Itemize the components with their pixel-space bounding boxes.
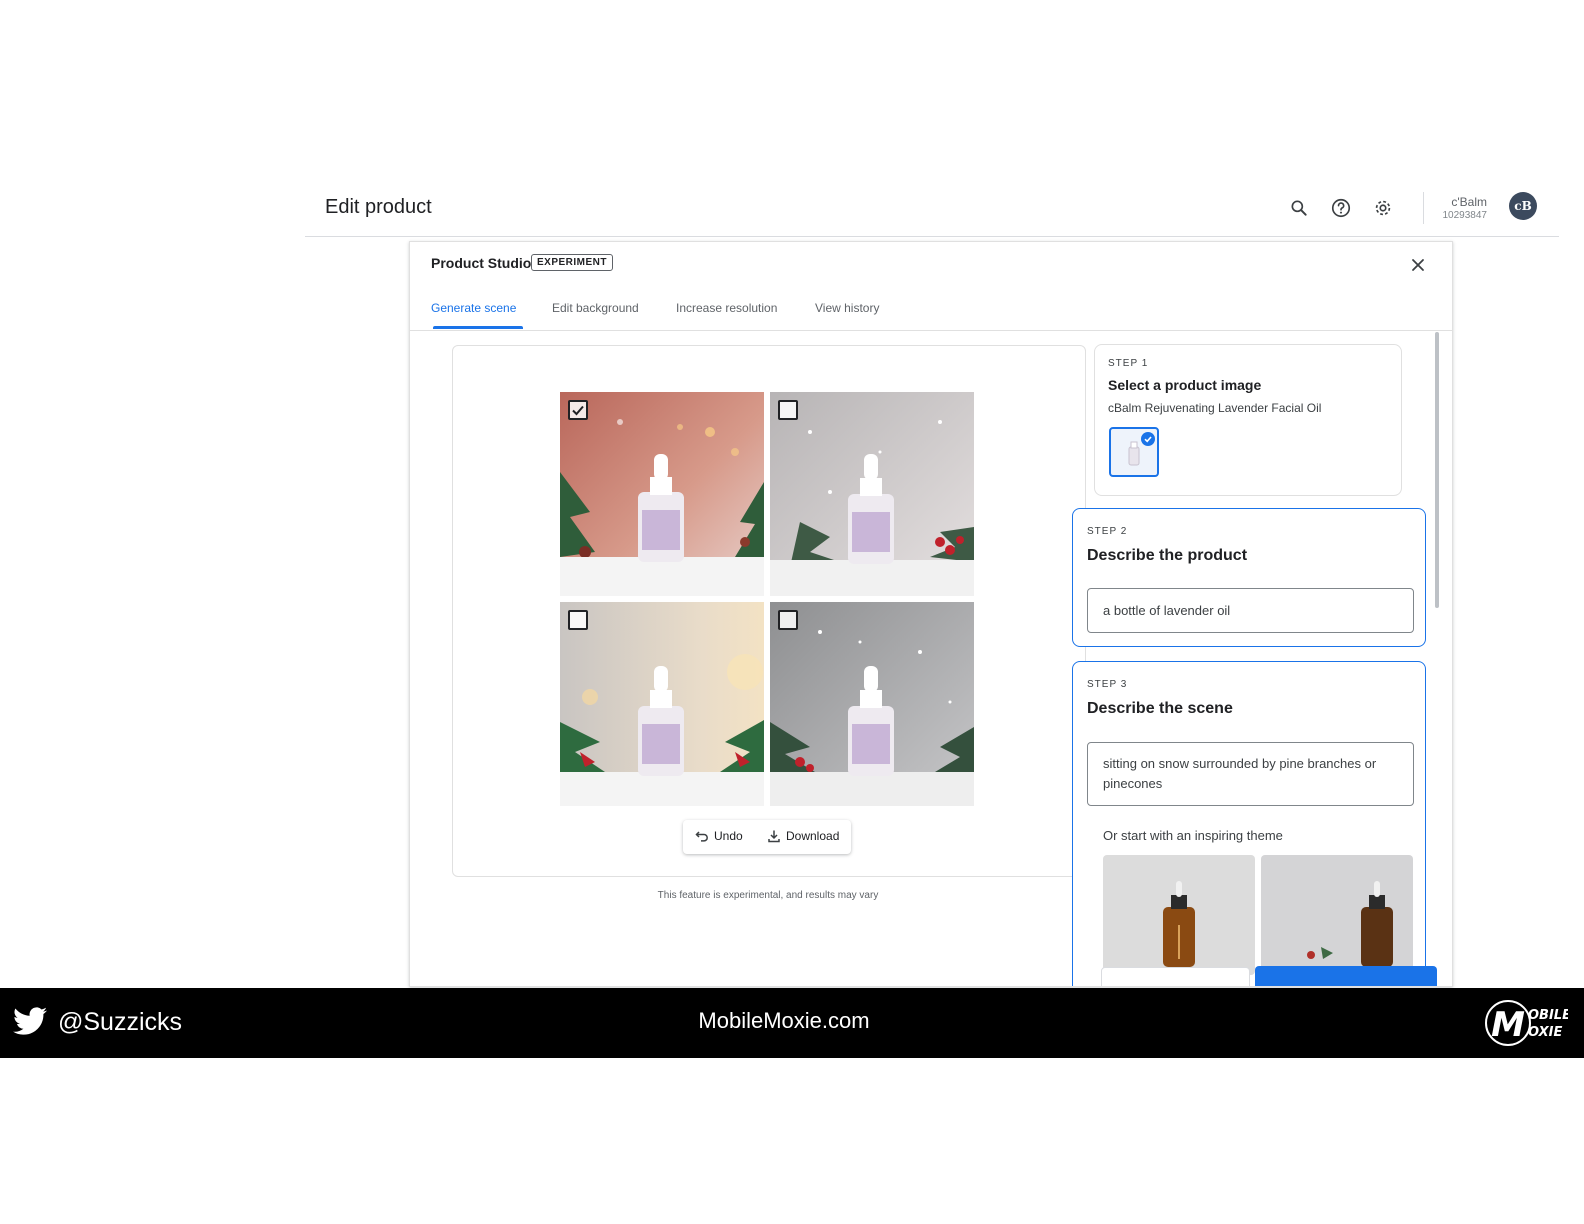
product-studio-dialog: Product Studio EXPERIMENT Generate scene… (409, 241, 1453, 987)
tab-increase-resolution[interactable]: Increase resolution (676, 301, 777, 315)
undo-label: Undo (714, 829, 743, 843)
primary-button[interactable] (1255, 966, 1437, 986)
account-name: c'Balm (1451, 195, 1487, 209)
generated-image-3[interactable] (560, 602, 764, 806)
download-label: Download (786, 829, 840, 843)
image-checkbox[interactable] (778, 400, 798, 420)
download-icon (768, 830, 780, 843)
experimental-disclaimer: This feature is experimental, and result… (657, 890, 879, 901)
account-id: 10293847 (1442, 210, 1488, 221)
mobilemoxie-logo: M OBILE OXIE (1484, 994, 1571, 1052)
step-3-label: STEP 3 (1087, 679, 1128, 690)
close-icon (1412, 259, 1424, 271)
step-3-title: Describe the scene (1087, 700, 1233, 717)
step-1-title: Select a product image (1108, 377, 1262, 393)
page-title: Edit product (325, 196, 432, 218)
close-button[interactable] (1405, 252, 1431, 278)
active-tab-indicator (433, 326, 523, 329)
tab-edit-background[interactable]: Edit background (552, 301, 639, 315)
image-checkbox[interactable] (778, 610, 798, 630)
logo-text-2: OXIE (1528, 1025, 1562, 1040)
generated-image-1[interactable] (560, 392, 764, 596)
selected-check-icon (1141, 432, 1155, 446)
logo-letter: M (1491, 1005, 1525, 1045)
top-app-bar: Edit product c'Balm 10293847 cB (305, 180, 1559, 237)
help-icon[interactable] (1329, 196, 1353, 220)
product-description-input[interactable]: a bottle of lavender oil (1087, 588, 1414, 633)
step-2-title: Describe the product (1087, 547, 1248, 564)
download-button[interactable]: Download (767, 829, 839, 843)
check-icon (572, 405, 584, 416)
site-name: MobileMoxie.com (698, 1008, 870, 1033)
image-checkbox[interactable] (568, 610, 588, 630)
product-image-thumbnail[interactable] (1109, 427, 1159, 477)
dialog-title: Product Studio (431, 255, 532, 271)
theme-card-2[interactable] (1261, 855, 1413, 975)
avatar[interactable]: cB (1509, 192, 1537, 220)
generated-image-4[interactable] (770, 602, 974, 806)
scene-description-input[interactable]: sitting on snow surrounded by pine branc… (1087, 742, 1414, 806)
step-3-card: STEP 3 Describe the scene sitting on sno… (1072, 661, 1426, 986)
dialog-scrollbar[interactable] (1435, 332, 1439, 608)
step-2-card: STEP 2 Describe the product a bottle of … (1072, 508, 1426, 647)
undo-icon (695, 831, 708, 842)
header-divider (1423, 192, 1424, 224)
tab-bar: Generate scene Edit background Increase … (410, 292, 1452, 331)
image-checkbox[interactable] (568, 400, 588, 420)
tab-generate-scene[interactable]: Generate scene (431, 301, 516, 315)
secondary-button[interactable] (1101, 967, 1250, 986)
search-icon[interactable] (1287, 196, 1311, 220)
generated-images-panel: Undo Download (452, 345, 1086, 877)
step-1-label: STEP 1 (1108, 358, 1149, 369)
step-2-label: STEP 2 (1087, 526, 1128, 537)
footer-banner: @Suzzicks MobileMoxie.com M OBILE OXIE (0, 988, 1584, 1058)
image-action-bar: Undo Download (683, 820, 851, 854)
theme-prompt: Or start with an inspiring theme (1103, 828, 1283, 843)
selected-product-name: cBalm Rejuvenating Lavender Facial Oil (1108, 401, 1322, 415)
generated-image-2[interactable] (770, 392, 974, 596)
experiment-badge: EXPERIMENT (531, 254, 614, 271)
theme-card-1[interactable] (1103, 855, 1255, 975)
tab-view-history[interactable]: View history (815, 301, 879, 315)
undo-button[interactable]: Undo (695, 829, 743, 843)
settings-icon[interactable] (1371, 196, 1395, 220)
step-1-card: STEP 1 Select a product image cBalm Reju… (1094, 344, 1402, 496)
logo-text-1: OBILE (1528, 1008, 1568, 1023)
